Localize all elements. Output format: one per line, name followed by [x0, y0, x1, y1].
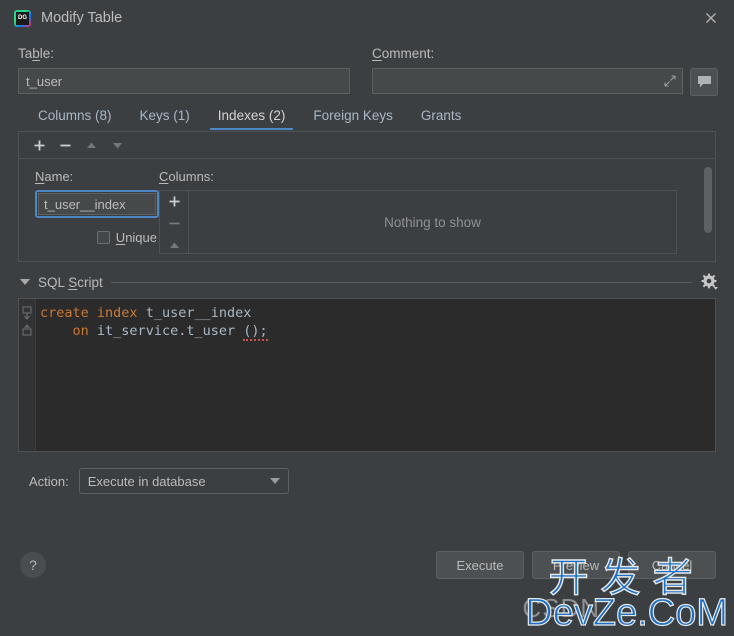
plus-icon	[34, 140, 44, 150]
table-name-input[interactable]	[18, 68, 350, 94]
tab-keys[interactable]: Keys (1)	[126, 108, 204, 130]
action-row: Action: Execute in database	[0, 452, 734, 494]
table-label: Table:	[18, 46, 55, 61]
chevron-down-icon	[269, 478, 280, 484]
close-icon	[706, 13, 716, 23]
sql-token-on: on	[72, 323, 89, 339]
tab-indexes[interactable]: Indexes (2)	[204, 108, 300, 130]
index-columns-area: Nothing to show	[159, 190, 677, 254]
dialog-footer: ? Execute Preview Cancel	[0, 494, 734, 636]
index-name-input[interactable]	[38, 193, 156, 215]
unique-label[interactable]: Unique	[116, 230, 157, 245]
action-label: Action:	[29, 473, 69, 489]
title-bar: Modify Table	[0, 0, 734, 36]
unique-label-mnemonic: U	[115, 230, 126, 245]
index-name-label-mnemonic: N	[35, 169, 45, 184]
indexes-panel: Name: Unique Columns:	[18, 131, 716, 262]
add-column-button[interactable]	[163, 194, 185, 209]
action-select[interactable]: Execute in database	[78, 468, 289, 494]
table-label-mnemonic: b	[32, 46, 40, 61]
index-columns-group: Columns: Nothing to show	[159, 169, 715, 261]
object-tabs: Columns (8) Keys (1) Indexes (2) Foreign…	[0, 96, 734, 130]
sql-token-empty-parens: ();	[243, 323, 268, 341]
tab-foreign-keys[interactable]: Foreign Keys	[299, 108, 407, 130]
comment-label: Comment:	[372, 46, 435, 61]
index-columns-label: Columns:	[159, 169, 214, 184]
index-editor: Name: Unique Columns:	[19, 159, 715, 261]
execute-button[interactable]: Execute	[436, 551, 524, 579]
top-fields: Table: Comment:	[0, 36, 734, 96]
empty-state-text: Nothing to show	[384, 214, 481, 230]
expand-arrow-icon[interactable]	[664, 75, 676, 87]
arrow-up-icon	[169, 242, 179, 248]
sql-editor[interactable]: create index t_user__index on it_service…	[18, 298, 716, 452]
sql-script-title-mnemonic: S	[68, 274, 78, 290]
remove-index-button[interactable]	[53, 134, 77, 156]
fold-region-icon	[22, 306, 32, 320]
indexes-toolbar	[19, 132, 715, 159]
index-name-label: Name:	[35, 169, 74, 184]
window-title: Modify Table	[41, 10, 123, 26]
index-name-input-focus-ring	[35, 190, 159, 218]
remove-column-button[interactable]	[163, 216, 185, 231]
table-field-group: Table:	[18, 46, 350, 96]
sql-token-table-ref: it_service.t_user	[96, 323, 236, 339]
index-columns-label-mnemonic: C	[159, 169, 169, 184]
fold-marker-2[interactable]	[19, 322, 35, 340]
unique-checkbox[interactable]	[96, 231, 110, 244]
sql-token-index: index	[96, 305, 138, 321]
indexes-scrollbar[interactable]	[704, 167, 712, 251]
plus-icon	[169, 196, 179, 207]
unique-row: Unique	[35, 230, 159, 245]
close-button[interactable]	[694, 3, 728, 33]
comment-toggle-button[interactable]	[690, 68, 718, 96]
collapse-triangle-icon[interactable]	[20, 279, 30, 285]
comment-input[interactable]	[372, 68, 683, 94]
sql-token-create: create	[40, 305, 89, 321]
arrow-down-icon	[112, 142, 122, 148]
scrollbar-thumb[interactable]	[704, 167, 712, 233]
sql-settings-button[interactable]	[700, 272, 720, 292]
gear-icon	[701, 273, 718, 290]
add-index-button[interactable]	[27, 134, 51, 156]
minus-icon	[169, 222, 179, 225]
sql-script-header: SQL Script	[0, 262, 734, 292]
speech-bubble-icon	[697, 76, 711, 88]
sql-code-text[interactable]: create index t_user__index on it_service…	[36, 299, 715, 451]
arrow-up-icon	[86, 142, 96, 148]
dialog-buttons: Execute Preview Cancel	[436, 551, 716, 579]
index-name-group: Name: Unique	[19, 169, 159, 261]
sql-header-divider	[110, 281, 692, 283]
cancel-button[interactable]: Cancel	[628, 551, 716, 579]
fold-marker-1[interactable]	[19, 304, 35, 322]
tab-grants[interactable]: Grants	[407, 108, 476, 130]
datagrip-icon	[14, 9, 31, 27]
move-column-up-button[interactable]	[163, 238, 185, 253]
minus-icon	[60, 144, 70, 146]
modify-table-dialog: Modify Table Table: Comment:	[0, 0, 734, 636]
fold-end-icon	[22, 324, 32, 336]
move-down-button[interactable]	[105, 134, 129, 156]
sql-script-title[interactable]: SQL Script	[38, 275, 103, 290]
preview-button[interactable]: Preview	[532, 551, 620, 579]
comment-label-mnemonic: C	[372, 46, 382, 61]
index-columns-toolbar	[160, 191, 189, 253]
tab-columns[interactable]: Columns (8)	[24, 108, 126, 130]
editor-gutter	[19, 299, 36, 451]
move-up-button[interactable]	[79, 134, 103, 156]
comment-field-group: Comment:	[372, 46, 718, 96]
help-button[interactable]: ?	[20, 552, 46, 578]
sql-token-index-name: t_user__index	[145, 305, 252, 321]
action-select-value: Execute in database	[87, 473, 206, 489]
